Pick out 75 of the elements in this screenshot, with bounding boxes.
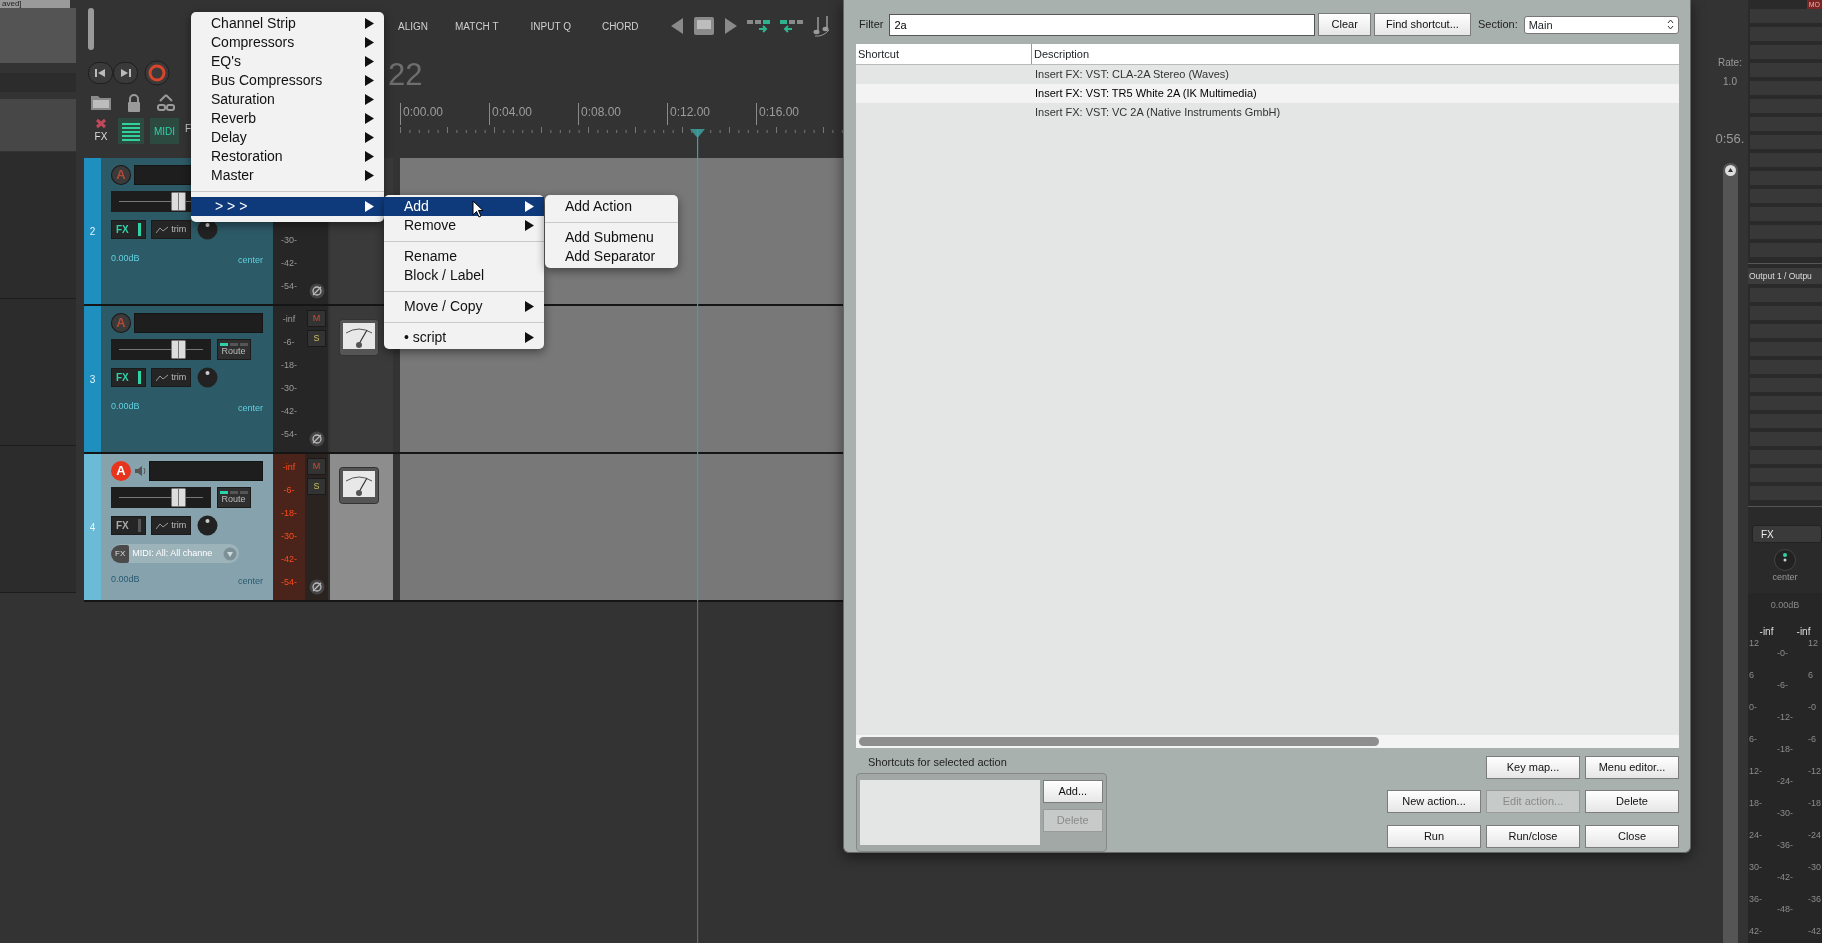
meter-label: -54-	[280, 280, 298, 293]
meter-label: -30-	[280, 530, 298, 543]
meter-scale-label: -30	[1807, 861, 1821, 874]
meter-scale-label: -42-	[1777, 871, 1793, 884]
meter-label: -6-	[282, 484, 296, 497]
volume-readout: 0.00dB	[1769, 598, 1801, 612]
ruler-label: 0:04.00	[489, 103, 578, 125]
meter-label: -inf	[281, 313, 297, 326]
meter-scale-label: 6	[1749, 669, 1755, 682]
meter-label: -6-	[282, 336, 296, 349]
meter-scale-label: -30-	[1777, 807, 1793, 820]
track-number: 3	[89, 372, 96, 387]
meter-scale-label: 42-	[1749, 925, 1762, 938]
ruler-label: 0:56.	[1715, 130, 1745, 148]
meter-scale-label: -6-	[1777, 679, 1789, 692]
peak-readout: -inf	[1759, 625, 1774, 639]
pan-readout: center	[238, 575, 263, 588]
rate-label: Rate:	[1718, 56, 1742, 70]
meter-scale-label: -36	[1807, 893, 1821, 906]
meter-scale-label: -6	[1807, 733, 1817, 746]
meter-label: -54-	[280, 576, 298, 589]
meter-scale-label: -36-	[1777, 839, 1793, 852]
meter-scale-label: 30-	[1749, 861, 1762, 874]
meter-scale-label: 6	[1807, 669, 1814, 682]
track-number: 4	[89, 520, 96, 535]
meter-scale-label: 6-	[1749, 733, 1758, 746]
meter-scale-label: -24-	[1777, 775, 1793, 788]
meter-scale-label: -18-	[1777, 743, 1793, 756]
meter-label: -18-	[280, 507, 298, 520]
meter-label: -30-	[280, 382, 298, 395]
peak-readout: -inf	[1796, 625, 1811, 639]
volume-readout: 0.00dB	[111, 252, 140, 265]
meter-scale-label: 12-	[1749, 765, 1762, 778]
meter-scale-label: 18-	[1749, 797, 1762, 810]
rate-value: 1.0	[1723, 75, 1737, 89]
meter-scale-label: -18	[1807, 797, 1821, 810]
meter-scale-label: -24	[1807, 829, 1821, 842]
time-display: 22	[388, 59, 424, 90]
pan-readout: center	[238, 402, 263, 415]
meter-scale-label: -12-	[1777, 711, 1793, 724]
group-label: Shortcuts for selected action	[867, 754, 1008, 770]
fx-label: FX	[94, 130, 108, 144]
track-number: 2	[89, 224, 96, 239]
meter-scale-label: -12	[1807, 765, 1821, 778]
volume-readout: 0.00dB	[111, 573, 140, 586]
meter-label: -18-	[280, 359, 298, 372]
ruler-label: 0:00.00	[400, 103, 489, 125]
meter-scale-label: 0-	[1749, 701, 1758, 714]
output-label: Output 1 / Outpu	[1748, 268, 1822, 284]
midi-input-label: MIDI: All: All channe	[132, 546, 214, 560]
pan-readout: center	[238, 254, 263, 267]
meter-scale-label: -42	[1807, 925, 1821, 938]
ruler-label: 0:08.00	[578, 103, 667, 125]
meter-scale-label: -0-	[1777, 647, 1789, 660]
meter-label: -42-	[280, 405, 298, 418]
description-cell-text: Insert FX: VST: CLA-2A Stereo (Waves)	[1034, 67, 1229, 82]
meter-label: -inf	[281, 461, 297, 474]
meter-scale-label: -48-	[1777, 903, 1793, 916]
meter-scale-label: 24-	[1749, 829, 1762, 842]
meter-label: -30-	[280, 234, 298, 247]
meter-scale-label: 12	[1749, 637, 1760, 650]
meter-label: -42-	[280, 553, 298, 566]
section-label: Section:	[1477, 17, 1518, 33]
meter-scale-label: 36-	[1749, 893, 1762, 906]
filter-label: Filter	[859, 17, 884, 33]
ruler-label: 0:12.00	[667, 103, 756, 125]
meter-scale-label: 12	[1807, 637, 1819, 650]
fx-label: F	[185, 122, 192, 136]
volume-readout: 0.00dB	[111, 400, 140, 413]
meter-label: -42-	[280, 257, 298, 270]
description-cell-text: Insert FX: VST: VC 2A (Native Instruments GmbH)	[1034, 105, 1281, 120]
description-cell-text: Insert FX: VST: TR5 White 2A (IK Multimedia)	[1034, 86, 1257, 101]
pan-readout: center	[1772, 571, 1798, 584]
meter-scale-label: -0	[1807, 701, 1817, 714]
meter-label: -54-	[280, 428, 298, 441]
